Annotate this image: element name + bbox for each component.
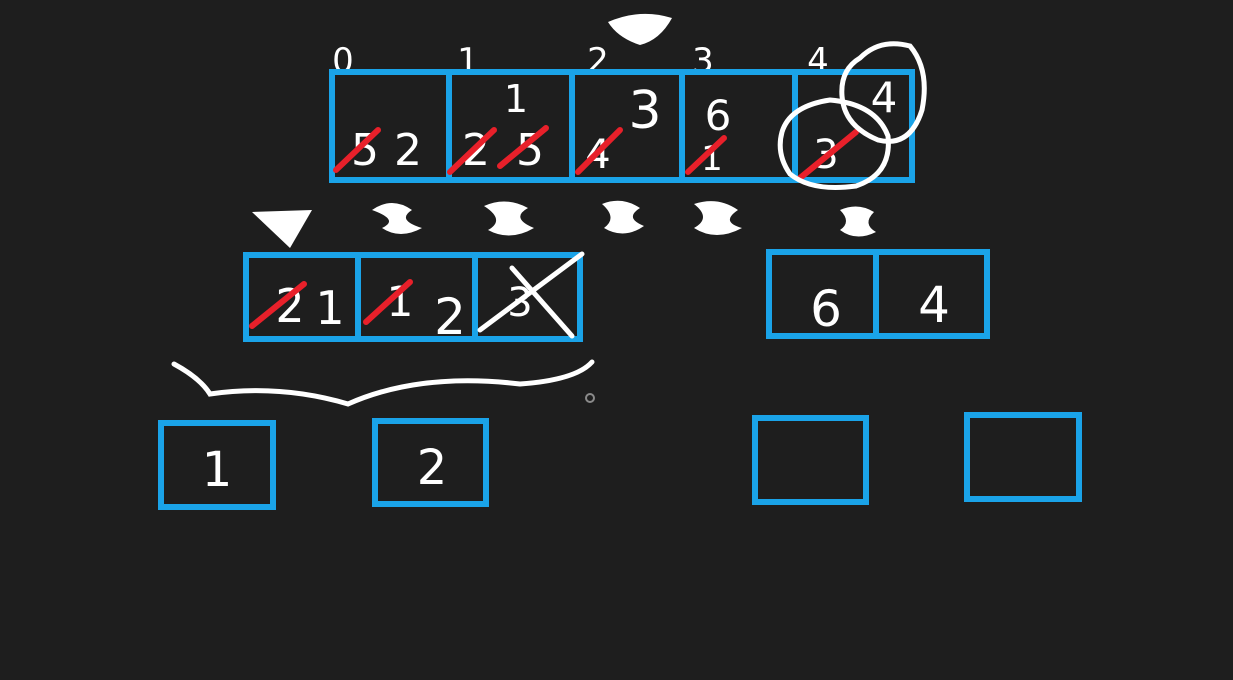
- updated-value: 3: [628, 81, 661, 141]
- right-array: 6 4: [766, 249, 990, 339]
- scribble-1: [372, 203, 422, 234]
- scribble-4: [694, 201, 742, 235]
- arrow-down-icon: [252, 210, 312, 248]
- cell-value: 4: [918, 276, 950, 334]
- cell-value: 2: [434, 288, 466, 346]
- cell-value: 1: [315, 281, 344, 335]
- scribble-2: [484, 201, 534, 236]
- updated-value: 1: [504, 77, 528, 121]
- bottom-boxes: 1 2: [158, 412, 1082, 510]
- result-box: [752, 415, 869, 505]
- left-array: 2 1 1 2 3: [243, 251, 585, 346]
- whiteboard-canvas: 0 1 2 3 4 5 2 1 2 5 3 4 6 1 4 3 2 1 1 2 …: [158, 13, 1082, 510]
- top-array: 5 2 1 2 5 3 4 6 1 4 3: [329, 41, 927, 190]
- cell-value: 2: [394, 125, 422, 176]
- pen-cursor: [585, 393, 595, 403]
- box-value: 1: [202, 442, 233, 498]
- cell-value: 6: [810, 280, 842, 338]
- updated-value: 6: [705, 91, 732, 140]
- box-value: 2: [417, 440, 448, 496]
- brace-mark: [171, 359, 595, 407]
- scribble-3: [602, 200, 644, 234]
- result-box: [964, 412, 1082, 502]
- scribble-top: [608, 13, 672, 45]
- scribble-5: [840, 206, 876, 237]
